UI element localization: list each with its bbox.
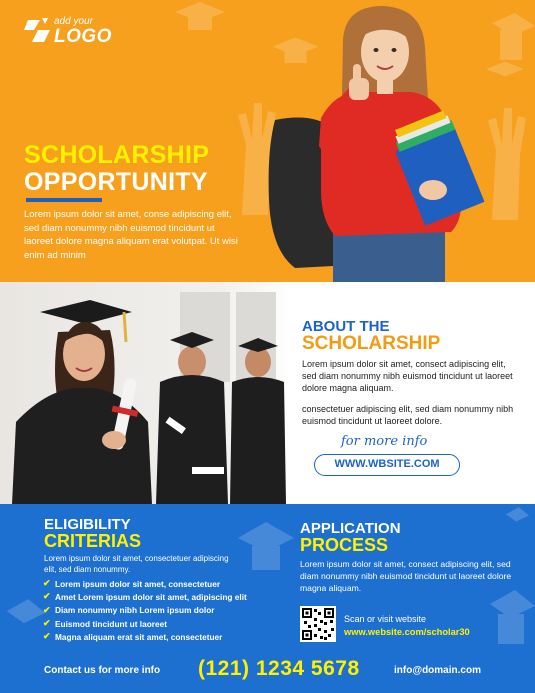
check-icon: ✔: [43, 631, 51, 642]
title-underline: [26, 198, 102, 202]
list-item: ✔ Lorem ipsum dolor sit amet, consectetue…: [43, 577, 247, 590]
student-photo: [268, 6, 485, 282]
website-link-button[interactable]: WWW.WBSITE.COM: [314, 454, 460, 476]
eligibility-intro: Lorem ipsum dolor sit amet, consectetuer…: [44, 554, 229, 574]
graduation-cap-decoration: [492, 13, 535, 60]
phone-number[interactable]: (121) 1234 5678: [198, 657, 360, 681]
list-item-text: Magna aliquam erat sit amet, consectetue…: [55, 631, 223, 642]
eligibility-title-line2: CRITERIAS: [44, 531, 142, 551]
hero-description: Lorem ipsum dolor sit amet, conse adipis…: [24, 209, 238, 261]
graduation-cap-decoration: [238, 522, 294, 570]
about-paragraph-2: consectetuer adipiscing elit, sed diam n…: [302, 404, 514, 427]
list-item-text: Euismod tincidunt ut laoreet: [55, 618, 168, 629]
about-paragraph-1: Lorem ipsum dolor sit amet, consect adip…: [302, 359, 513, 394]
list-item: ✔ Diam nonummy nibh Lorem ipsum dolor: [43, 604, 247, 617]
eligibility-list: ✔ Lorem ipsum dolor sit amet, consectetue…: [43, 577, 247, 643]
graduation-cap-decoration: [490, 590, 535, 644]
list-item: ✔ Magna aliquam erat sit amet, consectetu…: [43, 630, 247, 643]
check-icon: ✔: [43, 604, 51, 615]
graduates-photo: [0, 282, 292, 504]
list-item: ✔ Amet Lorem ipsum dolor sit amet, adipis…: [43, 590, 247, 603]
scan-url-link[interactable]: www.website.com/scholar30: [344, 627, 470, 637]
logo-mark-icon: [24, 18, 50, 42]
about-section: ABOUT THE SCHOLARSHIP Lorem ipsum dolor …: [0, 282, 535, 504]
qr-code-icon[interactable]: [300, 606, 336, 642]
list-item: ✔ Euismod tincidunt ut laoreet: [43, 617, 247, 630]
logo-wordmark: LOGO: [54, 25, 112, 47]
more-info-label: for more info: [341, 434, 428, 449]
hero-section: add your LOGO SCHOLARSHIP OPPORTUNITY Lo…: [0, 0, 535, 282]
check-icon: ✔: [43, 578, 51, 589]
check-icon: ✔: [43, 591, 51, 602]
logo-tagline: add your: [54, 15, 93, 27]
hero-title-line2: OPPORTUNITY: [24, 168, 208, 196]
contact-label: Contact us for more info: [44, 665, 161, 676]
list-item-text: Amet Lorem ipsum dolor sit amet, adipisc…: [55, 591, 247, 602]
hero-title-line1: SCHOLARSHIP: [24, 141, 210, 169]
check-icon: ✔: [43, 618, 51, 629]
email-address[interactable]: info@domain.com: [394, 665, 481, 676]
scan-label: Scan or visit website: [344, 614, 427, 624]
list-item-text: Diam nonummy nibh Lorem ipsum dolor: [55, 605, 215, 616]
graduation-cap-decoration: [6, 599, 46, 624]
details-section: ELIGIBILITY CRITERIAS Lorem ipsum dolor …: [0, 504, 535, 693]
application-description: Lorem ipsum dolor sit amet, consect adip…: [300, 559, 512, 593]
list-item-text: Lorem ipsum dolor sit amet, consectetuer: [55, 578, 221, 589]
graduation-cap-decoration: [175, 2, 225, 30]
about-title-line2: SCHOLARSHIP: [302, 333, 441, 354]
logo: add your LOGO: [24, 16, 112, 46]
application-title-line2: PROCESS: [300, 535, 389, 555]
graduation-cap-decoration: [505, 507, 530, 522]
